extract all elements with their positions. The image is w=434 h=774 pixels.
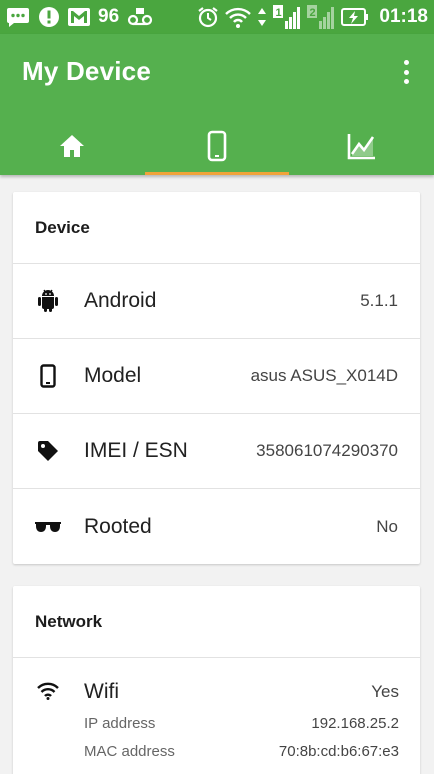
tab-charts[interactable] [289, 122, 434, 175]
ip-address-label: IP address [84, 715, 156, 732]
device-row-rooted[interactable]: Rooted No [13, 489, 420, 564]
messages-icon [6, 6, 30, 28]
device-row-value: asus ASUS_X014D [250, 366, 398, 385]
tag-icon [35, 438, 61, 464]
status-bar: 96 1 2 01:18 [0, 0, 434, 34]
system-icons: 1 2 01:18 [197, 4, 428, 30]
signal-sim2-icon: 2 [307, 4, 335, 30]
mac-address-value: 70:8b:cd:b6:67:e3 [278, 743, 399, 760]
device-row-android[interactable]: Android 5.1.1 [13, 264, 420, 339]
device-row-model[interactable]: Model asus ASUS_X014D [13, 339, 420, 414]
network-row-wifi[interactable]: Wifi Yes IP address 192.168.25.2 MAC add… [13, 658, 420, 768]
sunglasses-icon [35, 514, 61, 540]
data-transfer-icon [257, 6, 267, 28]
app-bar: My Device [0, 34, 434, 175]
signal-sim1-icon: 1 [273, 4, 301, 30]
tab-device[interactable] [144, 122, 290, 175]
ip-address-value: 192.168.25.2 [311, 715, 399, 732]
device-card: Device Android 5.1.1 Model asus ASUS_X01… [13, 192, 420, 564]
battery-charging-icon [341, 7, 369, 27]
tab-home[interactable] [0, 122, 145, 175]
alarm-icon [197, 6, 219, 28]
clock: 01:18 [379, 6, 428, 27]
battery-percentage: 96 [98, 6, 120, 27]
gmail-icon [68, 8, 90, 26]
sim1-label: 1 [276, 7, 282, 19]
home-icon [59, 134, 85, 163]
device-row-value: 5.1.1 [360, 291, 398, 310]
wifi-status-icon [225, 6, 252, 28]
voicemail-icon [127, 6, 153, 28]
tab-bar [0, 122, 434, 175]
wifi-value: Yes [371, 682, 399, 701]
device-row-label: Android [84, 289, 157, 312]
network-card: Network Wifi Yes IP address 192.168.25.2… [13, 586, 420, 774]
mac-address-label: MAC address [84, 743, 175, 760]
alert-icon [38, 6, 60, 28]
menu-dot [403, 79, 409, 84]
smartphone-icon [35, 363, 61, 389]
wifi-label: Wifi [84, 680, 119, 703]
device-row-imei[interactable]: IMEI / ESN 358061074290370 [13, 414, 420, 489]
wifi-icon [35, 678, 61, 704]
menu-dot [403, 69, 409, 75]
device-row-value: 358061074290370 [256, 441, 398, 460]
phone-icon [207, 130, 227, 167]
menu-dot [403, 60, 409, 65]
chart-icon [347, 132, 377, 165]
overflow-menu-button[interactable] [396, 58, 416, 86]
device-row-label: Model [84, 364, 142, 387]
android-icon [35, 288, 61, 314]
device-card-header: Device [13, 192, 420, 264]
notification-icons: 96 [6, 4, 153, 30]
device-row-label: Rooted [84, 514, 152, 538]
device-row-value: No [376, 516, 398, 536]
device-row-label: IMEI / ESN [84, 439, 188, 462]
page-title: My Device [22, 56, 151, 86]
network-card-header: Network [13, 586, 420, 658]
sim2-label: 2 [310, 7, 316, 19]
